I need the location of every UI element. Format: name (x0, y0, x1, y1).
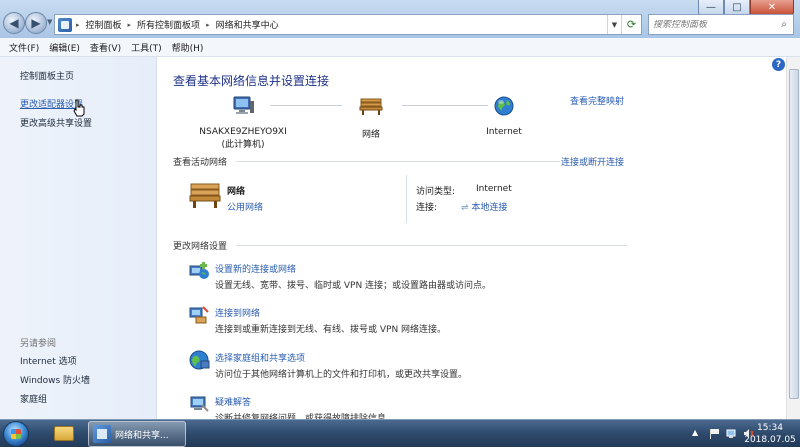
change-settings-heading: 更改网络设置 (173, 242, 228, 252)
sidebar-item-advanced-sharing[interactable]: 更改高级共享设置 (20, 116, 92, 129)
breadcrumb-all-items[interactable]: 所有控制面板项 (137, 18, 200, 31)
sidebar-item-internet-options[interactable]: Internet 选项 (20, 354, 77, 367)
computer-sub: (此计算机) (221, 140, 265, 150)
network-center-icon (93, 425, 111, 443)
computer-name: NSAKXE9ZHEYO9XI (199, 127, 287, 137)
taskbar-window-label: 网络和共享... (115, 430, 169, 441)
map-internet-node[interactable]: Internet (474, 95, 534, 137)
address-bar[interactable]: ▸ 控制面板 ▸ 所有控制面板项 ▸ 网络和共享中心 ▼ ⟳ (54, 14, 642, 35)
homegroup-icon (189, 350, 210, 370)
task-description: 连接到或重新连接到无线、有线、拨号或 VPN 网络连接。 (215, 325, 447, 335)
search-input[interactable] (653, 19, 775, 30)
breadcrumb-control-panel[interactable]: 控制面板 (86, 18, 122, 31)
sidebar-item-home[interactable]: 控制面板主页 (20, 69, 74, 82)
address-dropdown-icon[interactable]: ▼ (607, 15, 621, 34)
back-arrow-icon: ◀ (9, 16, 19, 30)
task-description: 访问位于其他网络计算机上的文件和打印机，或更改共享设置。 (215, 370, 468, 380)
menu-view[interactable]: 查看(V) (85, 41, 126, 54)
local-connection-label: 本地连接 (471, 203, 508, 213)
map-computer-node: NSAKXE9ZHEYO9XI (此计算机) (188, 95, 298, 150)
menu-bar: 文件(F) 编辑(E) 查看(V) 工具(T) 帮助(H) (0, 38, 800, 57)
title-bar: — □ ✕ ◀ ▶ ▼ ▸ 控制面板 ▸ 所有控制面板项 ▸ 网络和共享中心 ▼… (0, 0, 800, 38)
left-pane: 控制面板主页 更改适配器设置 更改高级共享设置 另请参阅 Internet 选项… (0, 57, 157, 419)
breadcrumb-separator[interactable]: ▸ (128, 21, 132, 29)
globe-icon (494, 96, 514, 116)
bench-icon (359, 98, 383, 115)
access-type-value: Internet (476, 184, 512, 194)
menu-help[interactable]: 帮助(H) (167, 41, 209, 54)
network-type-link[interactable]: 公用网络 (227, 200, 263, 213)
search-box[interactable]: ⌕ (648, 14, 794, 35)
map-network-node[interactable]: 网络 (341, 95, 401, 140)
connect-disconnect-link[interactable]: 连接或断开连接 (561, 155, 624, 168)
breadcrumb-separator[interactable]: ▸ (206, 21, 210, 29)
breadcrumb-network-center[interactable]: 网络和共享中心 (216, 18, 279, 31)
connection-icon: ⇌ (461, 203, 469, 213)
clock-time: 15:34 (757, 423, 783, 433)
active-networks-heading: 查看活动网络 (173, 158, 228, 168)
task-link[interactable]: 疑难解答 (215, 395, 251, 408)
taskbar-explorer-button[interactable] (44, 421, 84, 447)
bench-icon (189, 183, 221, 208)
task-link[interactable]: 设置新的连接或网络 (215, 262, 296, 275)
folder-icon (54, 426, 74, 441)
address-controls: ▼ ⟳ (607, 15, 641, 34)
task-link[interactable]: 连接到网络 (215, 306, 260, 319)
active-network-name: 网络 (227, 187, 246, 197)
sidebar-item-firewall[interactable]: Windows 防火墙 (20, 373, 90, 386)
help-icon[interactable]: ? (772, 58, 785, 71)
control-panel-icon (58, 17, 72, 32)
task-link[interactable]: 选择家庭组和共享选项 (215, 351, 305, 364)
menu-edit[interactable]: 编辑(E) (44, 41, 85, 54)
connections-label: 连接: (416, 203, 438, 213)
taskbar-active-window[interactable]: 网络和共享... (88, 421, 186, 447)
local-connection-link[interactable]: ⇌ 本地连接 (461, 200, 507, 213)
breadcrumb-separator[interactable]: ▸ (76, 21, 80, 29)
forward-arrow-icon: ▶ (31, 16, 41, 30)
vertical-divider (406, 175, 407, 223)
system-clock[interactable]: 15:34 2018.07.05 (740, 422, 800, 446)
page-title: 查看基本网络信息并设置连接 (173, 74, 330, 88)
refresh-icon[interactable]: ⟳ (621, 15, 641, 34)
computer-icon (233, 96, 254, 114)
recent-pages-dropdown[interactable]: ▼ (47, 18, 52, 26)
task-description: 诊断并修复网络问题，或获得故障排除信息。 (215, 414, 396, 419)
scrollbar-thumb[interactable] (789, 69, 799, 399)
internet-label: Internet (486, 127, 522, 137)
tray-arrow-icon[interactable]: ▲ (692, 428, 703, 439)
section-divider (236, 245, 627, 246)
task-description: 设置无线、宽带、拨号、临时或 VPN 连接；或设置路由器或访问点。 (215, 281, 492, 291)
map-connector-line (270, 105, 342, 106)
main-content: 查看基本网络信息并设置连接 查看完整映射 NSAKXE9ZHEYO9XI (此计… (158, 57, 786, 419)
vertical-scrollbar[interactable] (786, 57, 800, 419)
see-also-heading: 另请参阅 (20, 339, 57, 349)
sidebar-item-homegroup[interactable]: 家庭组 (20, 392, 47, 405)
connect-network-icon (189, 306, 209, 324)
troubleshoot-icon (190, 396, 209, 412)
start-button[interactable] (3, 421, 29, 447)
network-tray-icon[interactable] (726, 428, 737, 439)
menu-tools[interactable]: 工具(T) (126, 41, 167, 54)
search-icon[interactable]: ⌕ (775, 19, 793, 30)
access-type-label: 访问类型: (416, 187, 456, 197)
clock-date: 2018.07.05 (744, 435, 796, 445)
new-connection-icon (189, 262, 209, 279)
taskbar: 网络和共享... ▲ 15:34 2018.07.05 (0, 419, 800, 447)
flag-icon[interactable] (709, 428, 720, 439)
network-label: 网络 (361, 130, 380, 140)
forward-button[interactable]: ▶ (25, 12, 47, 34)
see-full-map-link[interactable]: 查看完整映射 (570, 94, 624, 107)
section-divider (236, 161, 560, 162)
back-button[interactable]: ◀ (3, 12, 25, 34)
menu-file[interactable]: 文件(F) (4, 41, 44, 54)
